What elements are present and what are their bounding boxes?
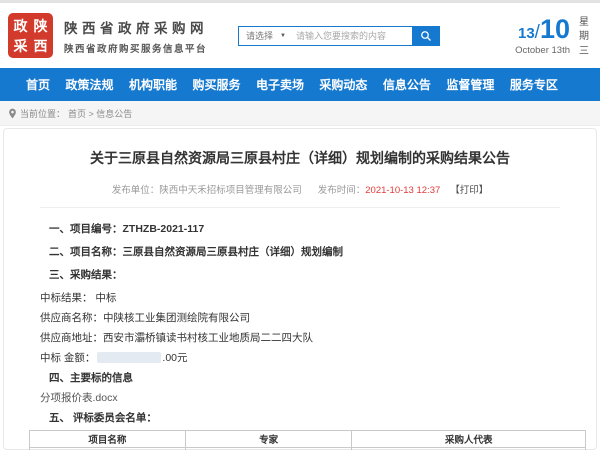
logo-char: 陕 [31, 16, 50, 35]
nav-item-e-market[interactable]: 电子卖场 [256, 76, 304, 93]
weekday-label: 星期三 [578, 16, 590, 60]
site-subtitle: 陕西省政府购买服务信息平台 [64, 41, 208, 55]
publish-time-label: 发布时间： [318, 185, 366, 196]
location-pin-icon [8, 108, 17, 119]
article-body: 一、项目编号：ZTHZB-2021-117 二、项目名称：三原县自然资源局三原县… [4, 208, 596, 450]
search-icon [420, 30, 432, 42]
nav-item-service-zone[interactable]: 服务专区 [510, 76, 558, 93]
site-brand: 陕西省政府采购网 陕西省政府购买服务信息平台 [64, 17, 208, 55]
committee-heading: 五、 评标委员会名单： [4, 411, 596, 425]
redacted-amount [97, 352, 161, 363]
main-nav: 首页 政策法规 机构职能 购买服务 电子卖场 采购动态 信息公告 监督管理 服务… [0, 68, 600, 101]
nav-item-announcements[interactable]: 信息公告 [383, 76, 431, 93]
logo-char: 政 [11, 16, 30, 35]
publisher-label: 发布单位： [112, 185, 160, 196]
nav-item-functions[interactable]: 机构职能 [129, 76, 177, 93]
article-meta: 发布单位：陕西中天禾招标项目管理有限公司 发布时间：2021-10-13 12:3… [4, 182, 596, 196]
search-bar: 请选择 ▼ [238, 26, 440, 46]
col-header-project-name: 项目名称 [30, 431, 186, 448]
project-name-line: 二、项目名称：三原县自然资源局三原县村庄（详细）规划编制 [4, 245, 596, 259]
logo-char: 西 [31, 36, 50, 55]
search-input[interactable] [292, 27, 412, 45]
nav-item-purchase-service[interactable]: 购买服务 [192, 76, 240, 93]
date-english: October 13th [515, 45, 570, 56]
print-button[interactable]: 【打印】 [450, 185, 488, 196]
supplier-name-line: 供应商名称：中陕核工业集团测绘院有限公司 [4, 311, 596, 325]
attachment-link[interactable]: 分项报价表.docx [40, 392, 118, 404]
bid-result-line: 中标结果： 中标 [4, 291, 596, 305]
chevron-down-icon: ▼ [280, 33, 286, 39]
nav-item-procurement-news[interactable]: 采购动态 [319, 76, 367, 93]
attachment-line: 分项报价表.docx [4, 391, 596, 405]
search-select-label: 请选择 [246, 29, 273, 42]
bid-amount-line: 中标 金额：.00元 [4, 351, 596, 365]
committee-table: 项目名称 专家 采购人代表 三原县自然资源局三原县村庄（详细）规划编制 崔芳芳、… [29, 430, 586, 450]
site-logo[interactable]: 政 陕 采 西 [8, 13, 53, 58]
site-title: 陕西省政府采购网 [64, 17, 208, 37]
site-header: 政 陕 采 西 陕西省政府采购网 陕西省政府购买服务信息平台 请选择 ▼ 13/… [0, 3, 600, 68]
search-button[interactable] [412, 27, 439, 45]
date-widget: 13/10 October 13th 星期三 [515, 12, 590, 60]
project-number-line: 一、项目编号：ZTHZB-2021-117 [4, 222, 596, 236]
search-category-select[interactable]: 请选择 ▼ [239, 27, 292, 45]
procurement-result-heading: 三、采购结果： [4, 268, 596, 282]
breadcrumb-bar: 当前位置： 首页 > 信息公告 [0, 101, 600, 126]
breadcrumb-label: 当前位置： [20, 107, 65, 120]
main-subject-heading: 四、主要标的信息 [4, 371, 596, 385]
table-header-row: 项目名称 专家 采购人代表 [30, 431, 586, 448]
nav-item-supervision[interactable]: 监督管理 [446, 76, 494, 93]
supplier-address-line: 供应商地址：西安市灞桥镇读书村核工业地质局二二四大队 [4, 331, 596, 345]
col-header-purchaser-rep: 采购人代表 [352, 431, 586, 448]
logo-char: 采 [11, 36, 30, 55]
page-title: 关于三原县自然资源局三原县村庄（详细）规划编制的采购结果公告 [4, 148, 596, 168]
announcement-card: 关于三原县自然资源局三原县村庄（详细）规划编制的采购结果公告 发布单位：陕西中天… [3, 128, 597, 450]
date-numeric: 13/10 [515, 16, 570, 43]
col-header-experts: 专家 [185, 431, 352, 448]
nav-item-home[interactable]: 首页 [26, 76, 50, 93]
breadcrumb[interactable]: 首页 > 信息公告 [68, 107, 132, 120]
nav-item-policies[interactable]: 政策法规 [65, 76, 113, 93]
publisher-value: 陕西中天禾招标项目管理有限公司 [159, 185, 302, 196]
publish-time-value: 2021-10-13 12:37 [365, 185, 440, 196]
